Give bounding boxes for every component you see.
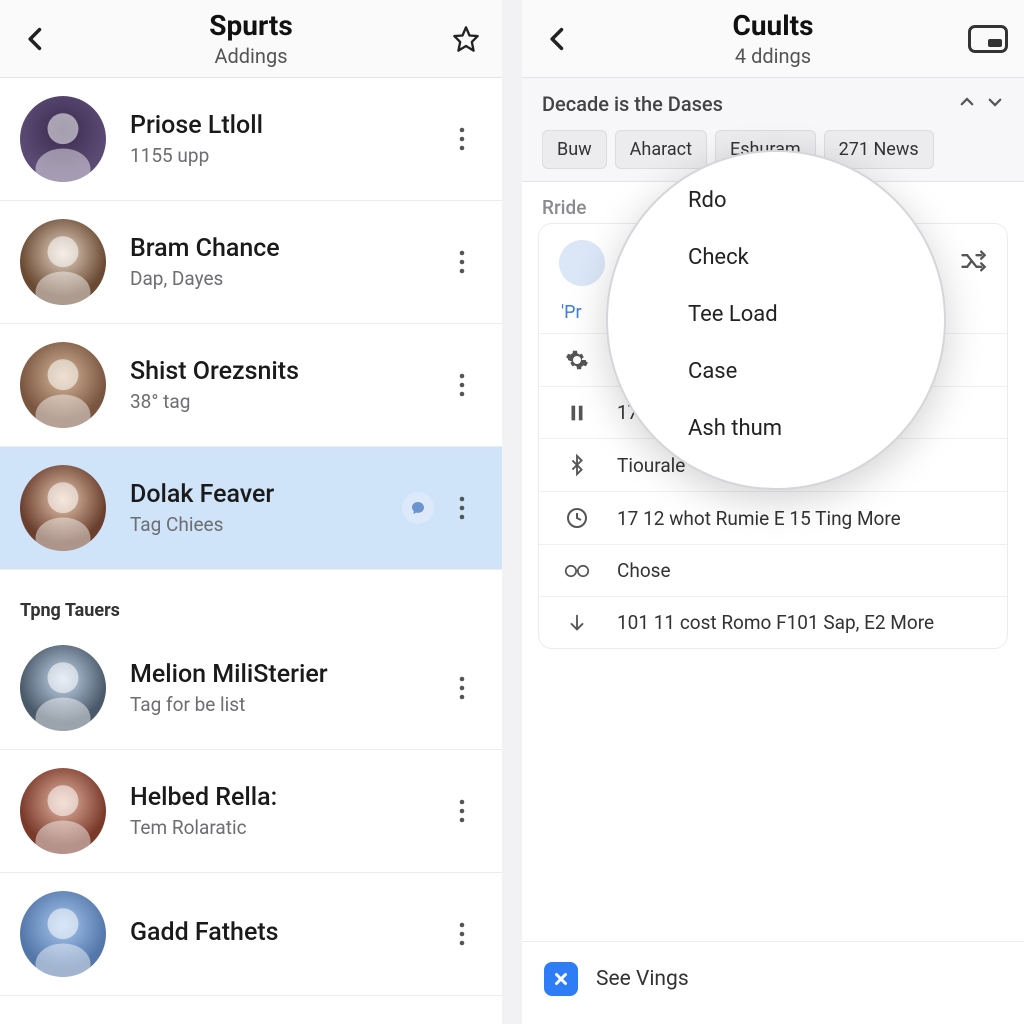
- contact-name: Gadd Fathets: [130, 918, 442, 947]
- list-item[interactable]: Priose Ltloll 1155 upp: [0, 78, 502, 201]
- clock-icon: [561, 506, 593, 530]
- more-button[interactable]: [442, 791, 482, 831]
- list-item[interactable]: Dolak Feaver Tag Chiees: [0, 447, 502, 570]
- contact-subtitle: Tag Chiees: [130, 513, 402, 536]
- footer-label: See Vings: [596, 967, 689, 991]
- detail-text: Chose: [617, 559, 671, 582]
- back-button[interactable]: [536, 17, 580, 61]
- more-button[interactable]: [442, 914, 482, 954]
- list-item[interactable]: Helbed Rella: Tem Rolaratic: [0, 750, 502, 873]
- contact-subtitle: Dap, Dayes: [130, 267, 442, 290]
- segment-tab[interactable]: Aharact: [615, 130, 707, 169]
- back-button[interactable]: [14, 17, 58, 61]
- detail-line[interactable]: 101 11 cost Romo F101 Sap, E2 More: [539, 596, 1007, 648]
- more-button[interactable]: [442, 242, 482, 282]
- collapse-down-icon[interactable]: [986, 93, 1004, 115]
- detail-line[interactable]: 17 12 whot Rumie E 15 Ting More: [539, 491, 1007, 544]
- section-header: Tpng Tauers: [0, 570, 502, 627]
- left-title: Spurts: [209, 9, 292, 42]
- menu-item[interactable]: Tee Load: [678, 286, 928, 343]
- contact-subtitle: Tem Rolaratic: [130, 816, 442, 839]
- pause-icon: [561, 402, 593, 424]
- contact-name: Dolak Feaver: [130, 480, 402, 509]
- chat-badge-icon: [402, 492, 434, 524]
- avatar: [20, 768, 106, 854]
- contact-name: Melion MiliSterier: [130, 660, 442, 689]
- menu-item[interactable]: Rdo: [678, 172, 928, 229]
- more-button[interactable]: [442, 365, 482, 405]
- contact-subtitle: 38° tag: [130, 390, 442, 413]
- contact-name: Bram Chance: [130, 234, 442, 263]
- detail-line[interactable]: Chose: [539, 544, 1007, 596]
- pip-icon: [968, 25, 1008, 53]
- avatar: [20, 645, 106, 731]
- detail-text: 17 12 whot Rumie E 15 Ting More: [617, 507, 901, 530]
- filter-title: Decade is the Dases: [542, 92, 723, 116]
- gear-icon: [561, 348, 593, 372]
- left-header: Spurts Addings: [0, 0, 502, 78]
- avatar: [20, 96, 106, 182]
- more-button[interactable]: [442, 488, 482, 528]
- list-item[interactable]: Melion MiliSterier Tag for be list: [0, 627, 502, 750]
- more-button[interactable]: [442, 668, 482, 708]
- right-header: Cuults 4 ddings: [522, 0, 1024, 78]
- detail-text: 101 11 cost Romo F101 Sap, E2 More: [617, 611, 934, 634]
- contact-name: Priose Ltloll: [130, 111, 442, 140]
- close-icon[interactable]: [544, 962, 578, 996]
- avatar: [20, 219, 106, 305]
- avatar: [20, 465, 106, 551]
- list-item[interactable]: Bram Chance Dap, Dayes: [0, 201, 502, 324]
- avatar: [20, 891, 106, 977]
- contact-name: Shist Orezsnits: [130, 357, 442, 386]
- contact-subtitle: 1155 upp: [130, 144, 442, 167]
- contact-name: Helbed Rella:: [130, 783, 442, 812]
- left-pane: Spurts Addings Priose Ltloll 1155 upp Br…: [0, 0, 502, 1024]
- avatar: [20, 342, 106, 428]
- contact-subtitle: Tag for be list: [130, 693, 442, 716]
- footer-bar[interactable]: See Vings: [522, 941, 1024, 1024]
- down-icon: [561, 612, 593, 634]
- right-subtitle: 4 ddings: [733, 44, 814, 68]
- avatar: [559, 240, 605, 286]
- menu-item[interactable]: Case: [678, 343, 928, 400]
- right-pane: Cuults 4 ddings Decade is the Dases BuwA…: [522, 0, 1024, 1024]
- right-title: Cuults: [733, 9, 814, 42]
- collapse-up-icon[interactable]: [958, 93, 976, 115]
- menu-item[interactable]: Check: [678, 229, 928, 286]
- segment-tab[interactable]: Buw: [542, 130, 607, 169]
- loop-icon: [561, 561, 593, 581]
- menu-item[interactable]: Ash thum: [678, 400, 928, 457]
- left-subtitle: Addings: [209, 44, 292, 68]
- shuffle-icon[interactable]: [959, 247, 987, 279]
- more-button[interactable]: [442, 119, 482, 159]
- bluetooth-icon: [561, 453, 593, 477]
- list-item[interactable]: Shist Orezsnits 38° tag: [0, 324, 502, 447]
- list-item[interactable]: Gadd Fathets: [0, 873, 502, 996]
- pip-button[interactable]: [966, 17, 1010, 61]
- context-menu-popup: RdoCheckTee LoadCaseAsh thum: [606, 150, 946, 490]
- favorite-button[interactable]: [444, 17, 488, 61]
